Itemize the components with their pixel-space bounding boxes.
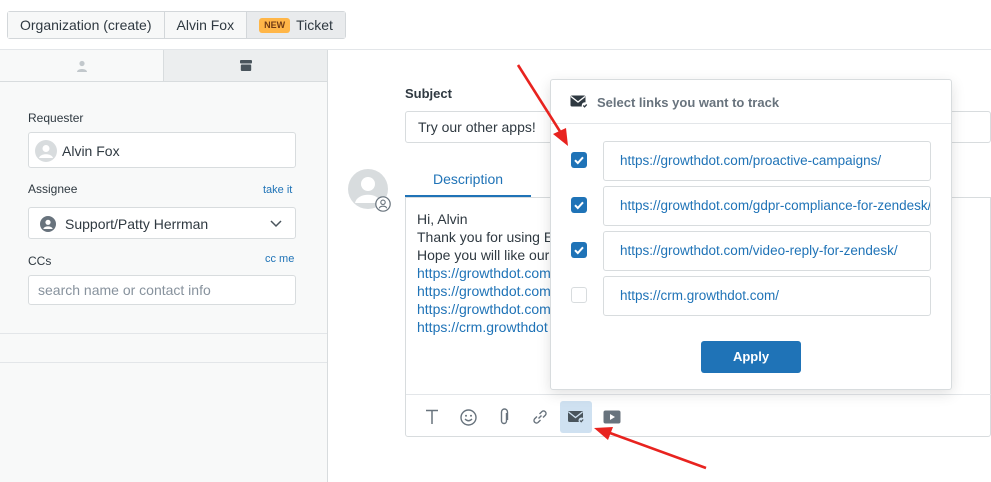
requester-badge-icon — [375, 196, 391, 212]
popup-title: Select links you want to track — [597, 95, 780, 110]
emoji-icon — [459, 408, 477, 426]
body-link[interactable]: https://growthdot.com — [417, 264, 551, 282]
text-format-icon — [426, 409, 438, 424]
attachment-button[interactable] — [488, 401, 520, 433]
ccs-input[interactable]: search name or contact info — [28, 275, 296, 305]
attachment-icon — [500, 408, 509, 425]
apply-button[interactable]: Apply — [701, 341, 801, 373]
mail-track-icon — [570, 95, 589, 109]
video-button[interactable] — [596, 401, 628, 433]
link-url-field[interactable]: https://growthdot.com/video-reply-for-ze… — [603, 231, 931, 271]
breadcrumb-ticket[interactable]: NEW Ticket — [247, 12, 345, 38]
emoji-button[interactable] — [452, 401, 484, 433]
body-line: Thank you for using E — [417, 229, 554, 245]
divider — [0, 362, 327, 363]
assignee-select[interactable]: Support/Patty Herrman — [28, 207, 296, 239]
sidebar-tabs — [0, 50, 327, 82]
link-url-field[interactable]: https://growthdot.com/gdpr-compliance-fo… — [603, 186, 931, 226]
requester-label: Requester — [28, 111, 84, 125]
link-url-field[interactable]: https://crm.growthdot.com/ — [603, 276, 931, 316]
avatar-icon — [35, 140, 57, 162]
top-bar: Organization (create) Alvin Fox NEW Ticke… — [0, 0, 991, 50]
body-line: Hi, Alvin — [417, 211, 468, 227]
breadcrumb: Organization (create) Alvin Fox NEW Ticke… — [7, 11, 346, 39]
checkmark-icon — [574, 201, 584, 210]
subject-label: Subject — [405, 86, 452, 101]
toolbar-divider — [406, 394, 991, 395]
body-link[interactable]: https://growthdot.com — [417, 300, 551, 318]
agent-icon — [40, 216, 56, 232]
tab-user[interactable] — [0, 50, 164, 81]
mail-track-icon — [568, 411, 585, 424]
chevron-down-icon — [270, 220, 282, 228]
breadcrumb-label: Alvin Fox — [176, 17, 235, 33]
user-icon — [76, 60, 87, 72]
link-checkbox[interactable] — [571, 242, 587, 258]
body-line: Hope you will like our — [417, 247, 550, 263]
ccs-label: CCs — [28, 254, 52, 268]
assignee-label: Assignee — [28, 182, 78, 196]
video-icon — [603, 410, 621, 424]
cc-me-link[interactable]: cc me — [265, 253, 294, 265]
breadcrumb-organization[interactable]: Organization (create) — [8, 12, 165, 38]
briefcase-icon — [239, 60, 252, 71]
link-checkbox[interactable] — [571, 287, 587, 303]
breadcrumb-label: Organization (create) — [20, 17, 152, 33]
link-checkbox[interactable] — [571, 152, 587, 168]
link-icon — [533, 410, 547, 424]
link-checkbox[interactable] — [571, 197, 587, 213]
breadcrumb-label: Ticket — [296, 17, 333, 33]
checkmark-icon — [574, 156, 584, 165]
tab-description[interactable]: Description — [405, 164, 531, 197]
assignee-value: Support/Patty Herrman — [65, 216, 209, 232]
mail-track-button[interactable] — [560, 401, 592, 433]
popup-header: Select links you want to track — [551, 80, 951, 124]
take-it-link[interactable]: take it — [263, 184, 292, 196]
ccs-placeholder: search name or contact info — [38, 282, 211, 298]
tab-ticket-info[interactable] — [164, 50, 327, 81]
body-link[interactable]: https://crm.growthdot — [417, 318, 548, 336]
new-badge: NEW — [259, 18, 291, 33]
requester-value: Alvin Fox — [62, 143, 120, 159]
checkmark-icon — [574, 246, 584, 255]
ticket-sidebar: Requester Alvin Fox Assignee take it Sup… — [0, 50, 328, 482]
breadcrumb-user[interactable]: Alvin Fox — [164, 12, 248, 38]
text-format-button[interactable] — [416, 401, 448, 433]
divider — [0, 333, 327, 334]
body-link[interactable]: https://growthdot.com — [417, 282, 551, 300]
link-button[interactable] — [524, 401, 556, 433]
track-links-popup: Select links you want to track https://g… — [550, 79, 952, 390]
requester-field[interactable]: Alvin Fox — [28, 132, 296, 168]
author-avatar — [348, 169, 391, 212]
link-url-field[interactable]: https://growthdot.com/proactive-campaign… — [603, 141, 931, 181]
